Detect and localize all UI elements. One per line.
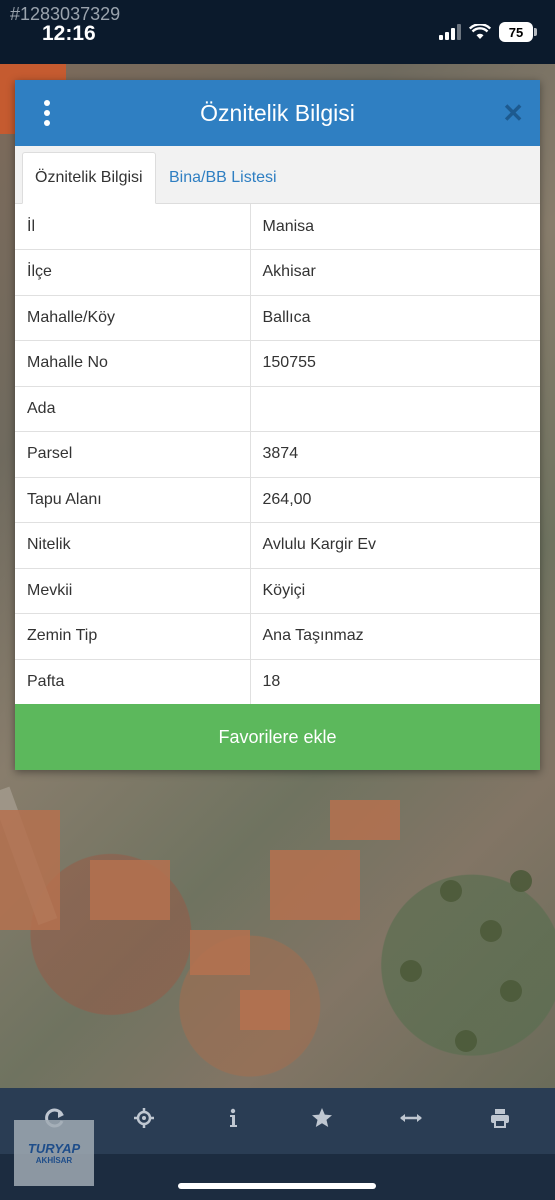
attribute-value: Ballıca <box>250 295 540 341</box>
table-row: Mevkii Köyiçi <box>15 568 540 614</box>
dialog-tabs: Öznitelik Bilgisi Bina/BB Listesi <box>15 146 540 204</box>
attribute-key: Pafta <box>15 659 251 705</box>
table-row: Parsel 3874 <box>15 431 540 478</box>
map-roof <box>330 800 400 840</box>
attribute-key: Parsel <box>15 431 251 478</box>
cellular-signal-icon <box>439 24 461 40</box>
map-tree <box>400 960 422 982</box>
logo-subtext: AKHİSAR <box>35 1156 73 1165</box>
kebab-menu-icon[interactable] <box>37 98 57 128</box>
attribute-value: 18 <box>250 659 540 705</box>
table-row: Ada <box>15 386 540 432</box>
attribute-key: Mevkii <box>15 568 251 614</box>
attribute-info-dialog: Öznitelik Bilgisi ✕ Öznitelik Bilgisi Bi… <box>15 80 540 770</box>
tab-building-list[interactable]: Bina/BB Listesi <box>157 152 289 204</box>
map-roof <box>0 810 60 930</box>
table-row: Tapu Alanı 264,00 <box>15 477 540 523</box>
status-bar: #1283037329 12:16 75 <box>0 0 555 64</box>
attribute-value: 264,00 <box>250 477 540 523</box>
battery-icon: 75 <box>499 22 537 42</box>
attribute-key: İl <box>15 204 251 250</box>
table-row: İl Manisa <box>15 204 540 250</box>
attribute-key: Ada <box>15 386 251 432</box>
attribute-value: Avlulu Kargir Ev <box>250 522 540 569</box>
map-tree <box>455 1030 477 1052</box>
map-tree <box>480 920 502 942</box>
wifi-icon <box>469 24 491 39</box>
status-icons: 75 <box>439 22 537 42</box>
attribute-value: Köyiçi <box>250 568 540 614</box>
table-row: Mahalle/Köy Ballıca <box>15 295 540 341</box>
map-roof <box>240 990 290 1030</box>
map-tree <box>500 980 522 1002</box>
map-roof <box>90 860 170 920</box>
close-icon[interactable]: ✕ <box>502 98 524 128</box>
table-row: Zemin Tip Ana Taşınmaz <box>15 613 540 660</box>
attribute-value: Akhisar <box>250 249 540 296</box>
attribute-key: İlçe <box>15 249 251 296</box>
attribute-value: Manisa <box>250 204 540 250</box>
table-row: Pafta 18 <box>15 659 540 705</box>
status-time: 12:16 <box>42 22 96 45</box>
attribute-key: Mahalle/Köy <box>15 295 251 341</box>
map-tree <box>440 880 462 902</box>
star-icon[interactable] <box>302 1107 342 1135</box>
map-roof <box>270 850 360 920</box>
logo-text: TURYAP <box>27 1141 81 1156</box>
print-icon[interactable] <box>480 1107 520 1135</box>
tab-attribute-info[interactable]: Öznitelik Bilgisi <box>22 152 156 204</box>
map-roof <box>190 930 250 975</box>
map-tree <box>510 870 532 892</box>
info-icon[interactable] <box>213 1107 253 1135</box>
attribute-table: İl Manisa İlçe Akhisar Mahalle/Köy Ballıca Mah… <box>15 204 540 705</box>
attribute-key: Tapu Alanı <box>15 477 251 523</box>
table-row: Nitelik Avlulu Kargir Ev <box>15 522 540 569</box>
attribute-value <box>250 386 540 432</box>
home-indicator[interactable] <box>178 1183 376 1189</box>
dialog-title: Öznitelik Bilgisi <box>200 99 355 126</box>
battery-level: 75 <box>508 24 524 40</box>
attribute-value: 150755 <box>250 340 540 387</box>
attribute-key: Zemin Tip <box>15 613 251 660</box>
table-row: İlçe Akhisar <box>15 249 540 296</box>
attribute-value: Ana Taşınmaz <box>250 613 540 660</box>
measure-icon[interactable] <box>391 1107 431 1135</box>
table-row: Mahalle No 150755 <box>15 340 540 387</box>
attribute-key: Mahalle No <box>15 340 251 387</box>
attribute-key: Nitelik <box>15 522 251 569</box>
add-to-favorites-button[interactable]: Favorilere ekle <box>15 704 540 770</box>
locate-icon[interactable] <box>124 1107 164 1135</box>
turyap-logo: TURYAP AKHİSAR <box>14 1120 94 1186</box>
attribute-value: 3874 <box>250 431 540 478</box>
dialog-header: Öznitelik Bilgisi ✕ <box>15 80 540 146</box>
